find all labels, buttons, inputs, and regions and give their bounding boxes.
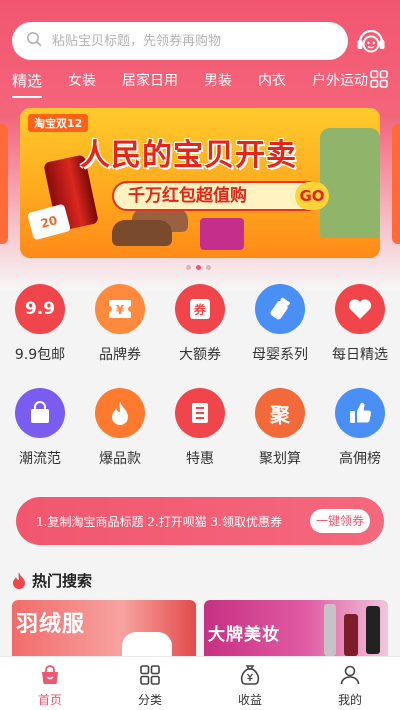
hot-search-header: 热门搜索 xyxy=(12,570,92,591)
tab-label: 分类 xyxy=(137,693,162,707)
bottom-tab-bar: 首页 分类 收益 我的 xyxy=(0,656,400,710)
carousel-dot-active xyxy=(196,265,201,270)
hot-card-down-jacket[interactable]: 羽绒服 xyxy=(12,600,196,656)
banner-coat-image xyxy=(320,128,380,238)
coupon-guide-text: 1.复制淘宝商品标题 2.打开呗猫 3.领取优惠券 xyxy=(36,514,282,529)
banner-slide[interactable]: 20 淘宝双12 人民的宝贝开卖 千万红包超值购 GO xyxy=(20,108,380,258)
feature-item-trend[interactable]: 潮流范 xyxy=(0,388,80,492)
feature-item-9-9[interactable]: 9.9 9.9包邮 xyxy=(0,284,80,388)
baby-bottle-icon xyxy=(255,284,305,334)
ju-glyph: 聚 xyxy=(270,402,290,427)
ticket-icon: ¥ xyxy=(95,284,145,334)
carousel-indicator xyxy=(186,265,211,270)
coupon-guide-bar[interactable]: 1.复制淘宝商品标题 2.打开呗猫 3.领取优惠券 一键领券 xyxy=(16,497,384,545)
feature-item-daily-pick[interactable]: 每日精选 xyxy=(320,284,400,388)
svg-text:券: 券 xyxy=(193,302,207,317)
category-tab[interactable]: 男装 xyxy=(204,70,232,90)
category-tab[interactable]: 精选 xyxy=(12,70,43,98)
feature-item-commission-rank[interactable]: 高佣榜 xyxy=(320,388,400,492)
category-tabs: 精选 女装 居家日用 男装 内衣 户外运动 xyxy=(0,66,400,98)
feature-label: 爆品款 xyxy=(99,451,141,467)
tab-category[interactable]: 分类 xyxy=(110,657,190,710)
hot-card-image xyxy=(122,632,172,656)
banner-carousel[interactable]: 20 淘宝双12 人民的宝贝开卖 千万红包超值购 GO xyxy=(0,108,400,258)
grid-icon xyxy=(140,665,160,685)
banner-next-peek xyxy=(392,124,400,244)
nine-nine-icon: 9.9 xyxy=(15,284,65,334)
tab-earnings[interactable]: 收益 xyxy=(210,657,290,710)
feature-item-hot[interactable]: 爆品款 xyxy=(80,388,160,492)
tab-label: 收益 xyxy=(237,693,262,707)
fire-icon xyxy=(95,388,145,438)
banner-go-button[interactable]: GO xyxy=(295,182,329,210)
banner-gift-box-image xyxy=(200,218,244,250)
tag-icon xyxy=(175,388,225,438)
search-box[interactable] xyxy=(12,22,348,60)
feature-item-juhuasuan[interactable]: 聚 聚划算 xyxy=(240,388,320,492)
money-bag-icon xyxy=(240,665,260,685)
category-tab[interactable]: 户外运动 xyxy=(312,70,368,90)
icon-row: 9.9 9.9包邮 ¥ 品牌券 券 大额券 母婴系列 每日精选 xyxy=(0,284,400,388)
tab-home[interactable]: 首页 xyxy=(10,657,90,710)
ju-icon: 聚 xyxy=(255,388,305,438)
tab-label: 我的 xyxy=(337,693,362,707)
feature-label: 品牌券 xyxy=(99,347,141,363)
thumbs-up-icon xyxy=(335,388,385,438)
hot-card-image xyxy=(366,606,380,654)
feature-label: 聚划算 xyxy=(259,451,301,467)
feature-label: 大额券 xyxy=(179,347,221,363)
get-coupon-button[interactable]: 一键领券 xyxy=(310,509,370,533)
feature-label: 9.9包邮 xyxy=(14,347,66,363)
coupon-icon: 券 xyxy=(175,284,225,334)
feature-label: 潮流范 xyxy=(19,451,61,467)
feature-item-big-coupon[interactable]: 券 大额券 xyxy=(160,284,240,388)
nine-nine-glyph: 9.9 xyxy=(24,299,56,319)
banner-coupon-ticket: 20 xyxy=(27,203,71,241)
banner-subtitle: 千万红包超值购 xyxy=(112,181,322,211)
user-icon xyxy=(340,665,360,685)
carousel-dot xyxy=(206,265,211,270)
category-tab[interactable]: 内衣 xyxy=(258,70,286,90)
banner-shoe-image xyxy=(112,220,172,246)
flame-icon xyxy=(13,572,25,589)
hot-card-image xyxy=(344,614,358,656)
search-row xyxy=(0,20,400,62)
svg-text:¥: ¥ xyxy=(116,303,125,317)
hot-card-label: 羽绒服 xyxy=(16,612,86,637)
tab-profile[interactable]: 我的 xyxy=(310,657,390,710)
hot-search-title: 热门搜索 xyxy=(32,572,93,590)
tab-label: 首页 xyxy=(37,693,62,707)
heart-icon xyxy=(335,284,385,334)
home-bag-icon xyxy=(42,665,58,684)
all-categories-grid-icon[interactable] xyxy=(370,70,388,88)
feature-icon-grid: 9.9 9.9包邮 ¥ 品牌券 券 大额券 母婴系列 每日精选 潮流范 爆品款 … xyxy=(0,284,400,492)
bag-icon xyxy=(15,388,65,438)
icon-row: 潮流范 爆品款 特惠 聚 聚划算 高佣榜 xyxy=(0,388,400,492)
feature-item-maternity[interactable]: 母婴系列 xyxy=(240,284,320,388)
feature-item-special[interactable]: 特惠 xyxy=(160,388,240,492)
feature-item-brand-coupon[interactable]: ¥ 品牌券 xyxy=(80,284,160,388)
feature-label: 母婴系列 xyxy=(252,347,308,363)
carousel-dot xyxy=(186,265,191,270)
hot-search-cards: 羽绒服 大牌美妆 xyxy=(12,600,388,656)
search-input[interactable] xyxy=(52,33,322,49)
search-icon xyxy=(26,31,42,51)
feature-label: 每日精选 xyxy=(332,347,388,363)
banner-headline: 人民的宝贝开卖 xyxy=(80,138,297,173)
category-tab[interactable]: 女装 xyxy=(68,70,96,90)
customer-service-icon[interactable] xyxy=(354,24,388,58)
hot-card-label: 大牌美妆 xyxy=(208,625,280,645)
banner-prev-peek xyxy=(0,124,8,244)
hot-card-cosmetics[interactable]: 大牌美妆 xyxy=(204,600,388,656)
hot-card-image xyxy=(324,604,336,656)
feature-label: 特惠 xyxy=(186,451,214,467)
category-tab[interactable]: 居家日用 xyxy=(122,70,178,90)
feature-label: 高佣榜 xyxy=(339,451,381,467)
